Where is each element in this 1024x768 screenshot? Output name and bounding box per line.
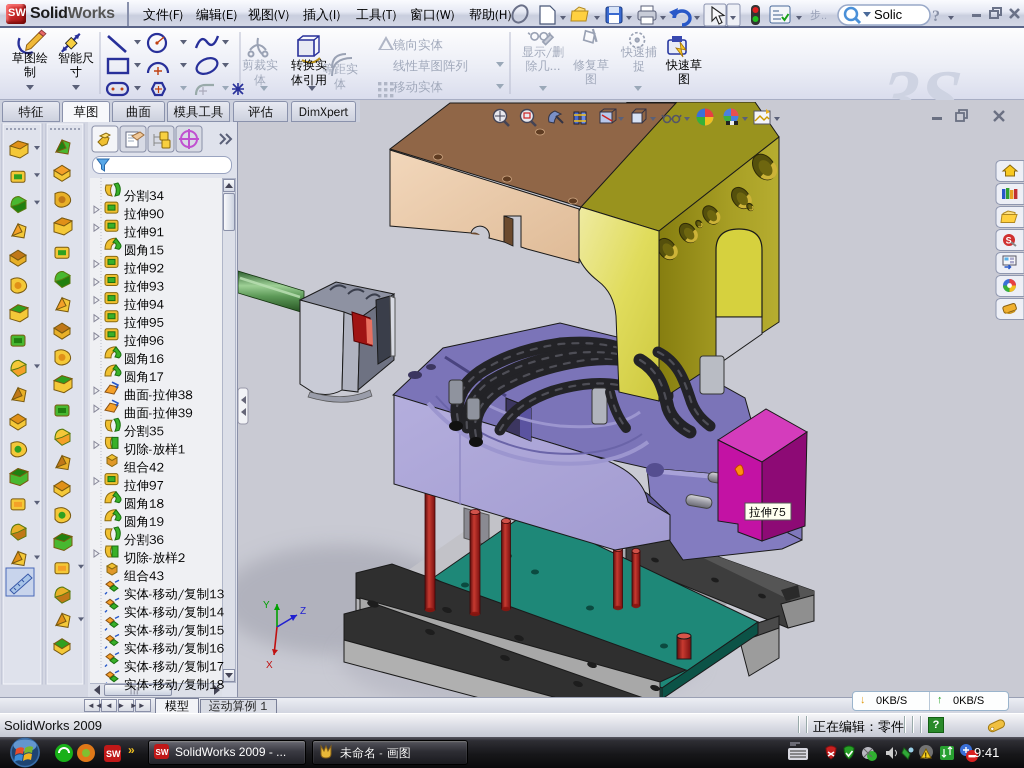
svg-text:步..: 步.. <box>810 9 827 22</box>
svg-text:X: X <box>266 660 273 671</box>
svg-text:SW: SW <box>106 749 121 759</box>
svg-text:!: ! <box>925 753 927 760</box>
svg-text:3S: 3S <box>875 55 965 100</box>
svg-text:Z: Z <box>300 606 306 617</box>
svg-text:Solic: Solic <box>874 7 903 22</box>
svg-text:?: ? <box>932 8 940 25</box>
svg-text:Y: Y <box>263 600 270 611</box>
svg-text:»: » <box>128 743 135 757</box>
svg-text:SW: SW <box>156 748 169 757</box>
svg-text:S: S <box>1006 235 1012 245</box>
